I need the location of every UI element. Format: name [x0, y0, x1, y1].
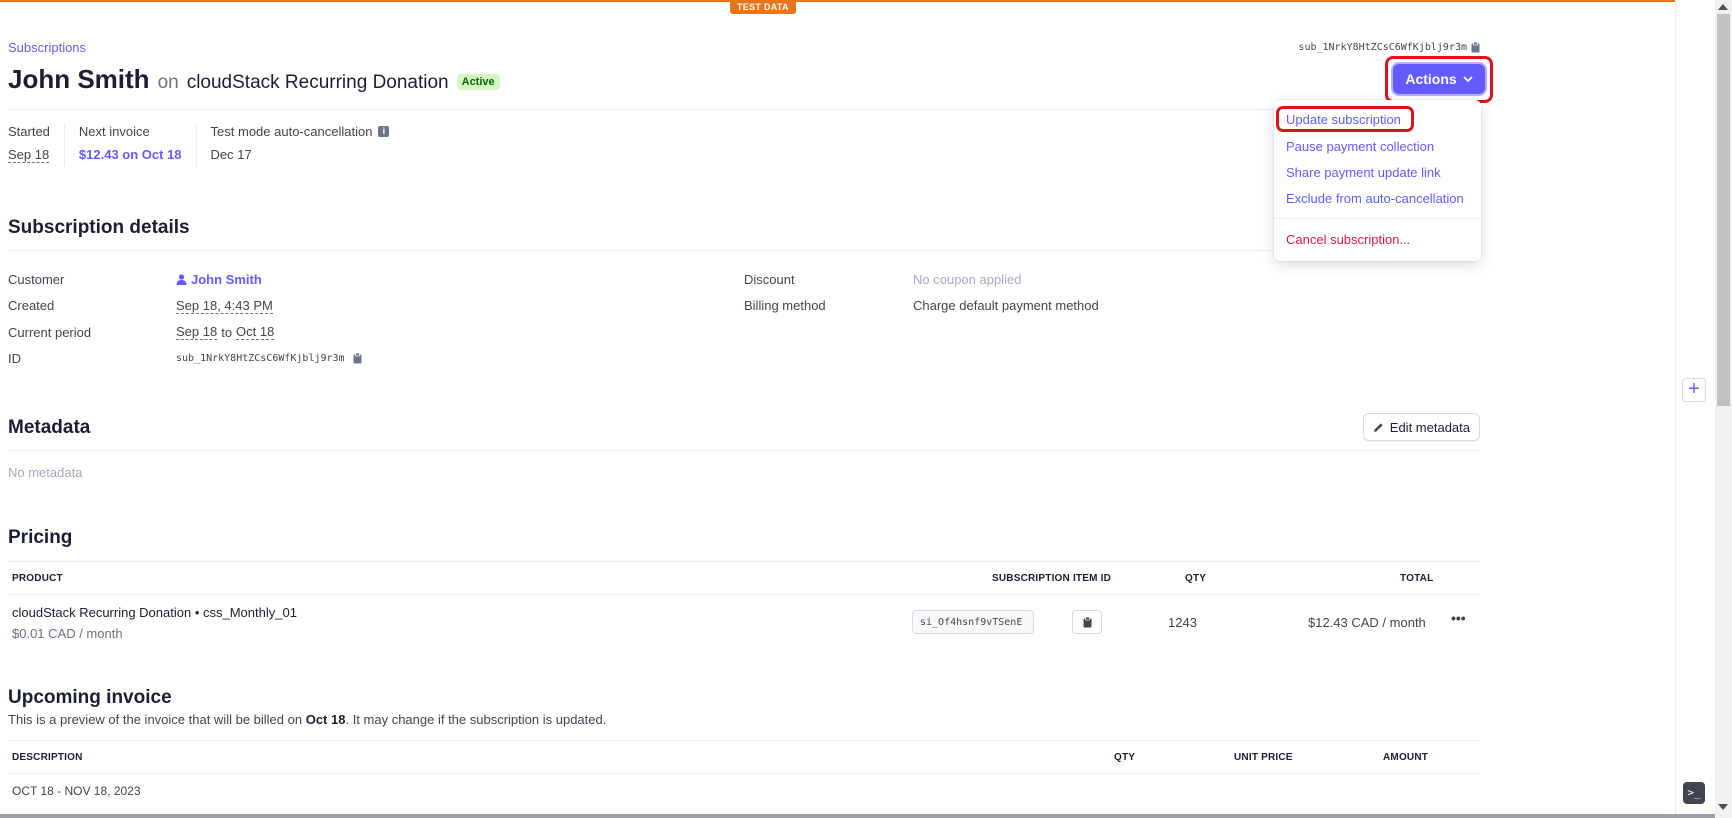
- clipboard-icon[interactable]: [353, 353, 362, 364]
- plus-icon[interactable]: +: [1682, 378, 1706, 402]
- col-product: PRODUCT: [12, 573, 63, 584]
- auto-cancel-date: Dec 17: [210, 147, 252, 162]
- discount-value: No coupon applied: [913, 271, 1022, 287]
- menu-cancel-subscription[interactable]: Cancel subscription...: [1286, 232, 1410, 247]
- invoice-table-header: DESCRIPTION QTY UNIT PRICE AMOUNT: [8, 740, 1480, 774]
- col-subscription-item-id: SUBSCRIPTION ITEM ID: [992, 573, 1112, 584]
- chevron-down-icon: [1463, 75, 1473, 82]
- details-divider: [8, 250, 1273, 251]
- upcoming-invoice-title: Upcoming invoice: [8, 687, 172, 708]
- metadata-divider: [8, 450, 1480, 451]
- actions-button[interactable]: Actions: [1393, 64, 1485, 94]
- stat-next-invoice: Next invoice $12.43 on Oct 18: [79, 124, 197, 166]
- terminal-icon[interactable]: >_: [1683, 782, 1705, 804]
- header-divider: [8, 109, 1273, 110]
- subscription-page: Subscriptions sub_1NrkY8HtZCsC6WfKjblj9r…: [8, 0, 1480, 818]
- menu-pause-payment-collection[interactable]: Pause payment collection: [1286, 139, 1434, 154]
- unit-price: $0.01 CAD / month: [12, 626, 123, 641]
- subscription-id-value: sub_1NrkY8HtZCsC6WfKjblj9r3m: [176, 353, 345, 365]
- scroll-down-arrow-icon[interactable]: [1718, 804, 1728, 810]
- menu-divider: [1274, 218, 1481, 219]
- metadata-title: Metadata: [8, 417, 91, 438]
- scrollbar-thumb[interactable]: [1717, 14, 1730, 406]
- detail-billing-method: Billing method Charge default payment me…: [744, 298, 1099, 314]
- total-value: $12.43 CAD / month: [1308, 615, 1426, 630]
- stat-started: Started Sep 18: [8, 124, 65, 166]
- person-icon: [176, 274, 187, 285]
- detail-current-period: Current period Sep 18 to Oct 18: [8, 324, 275, 341]
- col-description: DESCRIPTION: [12, 752, 83, 763]
- detail-id: ID sub_1NrkY8HtZCsC6WfKjblj9r3m: [8, 346, 362, 373]
- invoice-period-row: OCT 18 - NOV 18, 2023: [12, 784, 141, 798]
- created-date[interactable]: Sep 18, 4:43 PM: [176, 298, 273, 314]
- col-total: TOTAL: [1400, 573, 1434, 584]
- title-on: on: [157, 72, 179, 93]
- breadcrumb-subscriptions[interactable]: Subscriptions: [8, 40, 86, 55]
- detail-customer: Customer John Smith: [8, 271, 262, 287]
- menu-share-payment-update-link[interactable]: Share payment update link: [1286, 165, 1441, 180]
- subscription-details-title: Subscription details: [8, 217, 190, 238]
- page-title: John Smith on cloudStack Recurring Donat…: [8, 64, 500, 95]
- quantity-value: 1243: [1168, 615, 1197, 630]
- detail-discount: Discount No coupon applied: [744, 271, 1022, 287]
- more-options-icon[interactable]: •••: [1451, 610, 1466, 626]
- details-left: Customer John Smith Created Sep 18, 4:43…: [8, 266, 362, 372]
- started-date[interactable]: Sep 18: [8, 147, 50, 163]
- scroll-up-arrow-icon[interactable]: [1718, 4, 1728, 10]
- details-right: Discount No coupon applied Billing metho…: [744, 266, 1099, 319]
- product-name: cloudStack Recurring Donation • css_Mont…: [12, 605, 297, 620]
- subscription-id-header: sub_1NrkY8HtZCsC6WfKjblj9r3m: [1298, 42, 1480, 53]
- upcoming-invoice-description: This is a preview of the invoice that wi…: [8, 712, 607, 727]
- billing-method-value: Charge default payment method: [913, 298, 1099, 314]
- customer-link[interactable]: John Smith: [191, 272, 262, 287]
- stat-auto-cancellation: Test mode auto-cancellation i Dec 17: [211, 124, 404, 166]
- col-qty: QTY: [1185, 573, 1207, 584]
- clipboard-icon[interactable]: [1471, 42, 1480, 53]
- col-unit-price: UNIT PRICE: [1234, 752, 1293, 763]
- menu-exclude-auto-cancellation[interactable]: Exclude from auto-cancellation: [1286, 191, 1464, 206]
- subscription-id-text: sub_1NrkY8HtZCsC6WfKjblj9r3m: [1298, 42, 1467, 53]
- status-badge: Active: [456, 74, 500, 90]
- summary-stats: Started Sep 18 Next invoice $12.43 on Oc…: [8, 124, 417, 166]
- update-subscription-highlight: [1276, 106, 1414, 132]
- no-metadata-text: No metadata: [8, 465, 83, 480]
- next-invoice-link[interactable]: $12.43 on Oct 18: [79, 147, 182, 162]
- right-toolbar: [1675, 0, 1715, 818]
- info-icon[interactable]: i: [378, 126, 390, 137]
- taskbar-strip: [0, 814, 1715, 818]
- pricing-title: Pricing: [8, 527, 73, 548]
- customer-name-title: John Smith: [8, 64, 150, 94]
- product-name-title: cloudStack Recurring Donation: [186, 72, 449, 93]
- col-amount: AMOUNT: [1383, 752, 1429, 763]
- period-end[interactable]: Oct 18: [236, 324, 275, 341]
- copy-item-id-button[interactable]: [1072, 610, 1102, 634]
- pricing-table-header: PRODUCT SUBSCRIPTION ITEM ID QTY TOTAL: [8, 561, 1480, 595]
- col-qty: QTY: [1114, 752, 1136, 763]
- subscription-item-id-field[interactable]: si_Of4hsnf9vTSenE: [912, 610, 1034, 634]
- period-start[interactable]: Sep 18: [176, 324, 218, 341]
- pencil-icon: [1373, 422, 1383, 432]
- clipboard-icon: [1083, 616, 1091, 627]
- edit-metadata-button[interactable]: Edit metadata: [1362, 413, 1480, 441]
- detail-created: Created Sep 18, 4:43 PM: [8, 297, 273, 314]
